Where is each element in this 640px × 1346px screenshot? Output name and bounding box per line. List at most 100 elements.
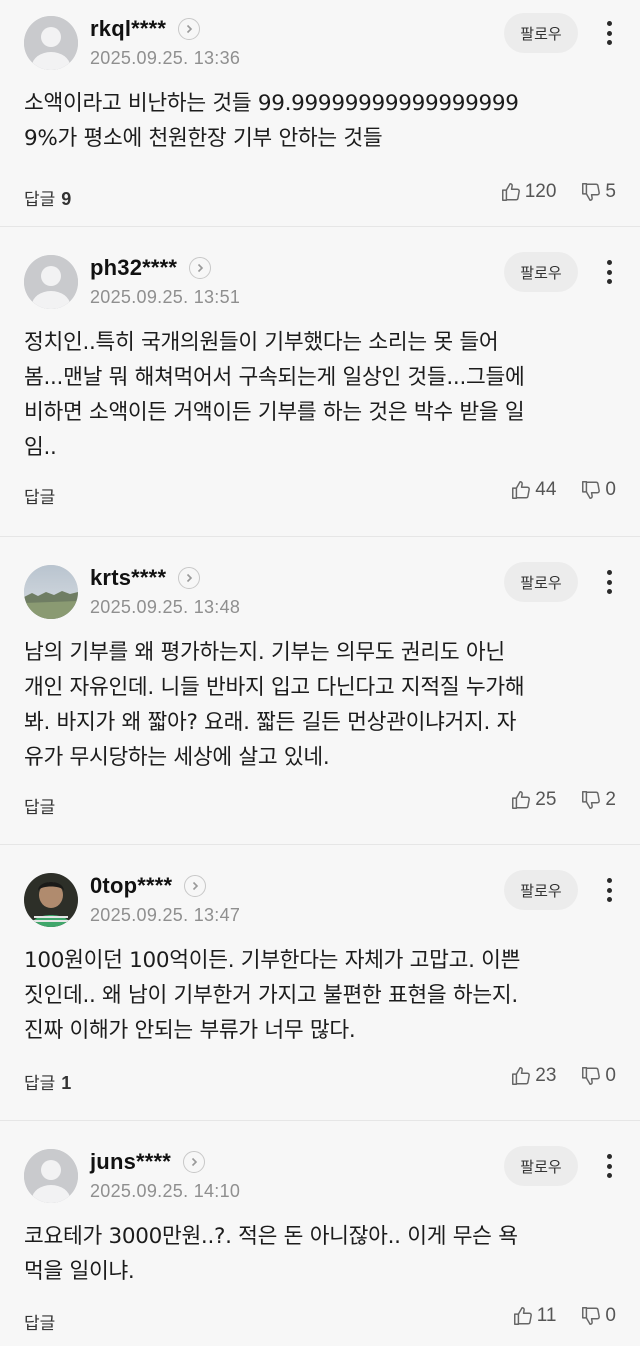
vote-group: 44 0: [510, 479, 616, 501]
comment-header: krts**** 2025.09.25. 13:48 팔로우: [24, 537, 616, 619]
more-options-icon[interactable]: [602, 257, 616, 287]
reply-button[interactable]: 답글: [24, 483, 61, 508]
user-info: juns****: [90, 1147, 206, 1177]
more-options-icon[interactable]: [602, 875, 616, 905]
vote-group: 23 0: [510, 1065, 616, 1087]
vote-group: 11 0: [512, 1305, 616, 1327]
follow-button[interactable]: 팔로우: [504, 13, 578, 53]
thumbs-up-icon: [512, 791, 531, 809]
comment-header: ph32**** 2025.09.25. 13:51 팔로우: [24, 227, 616, 309]
comment-header: juns**** 2025.09.25. 14:10 팔로우: [24, 1121, 616, 1203]
comment-date: 2025.09.25. 14:10: [90, 1181, 241, 1201]
dislike-button[interactable]: 0: [580, 1305, 616, 1327]
like-button[interactable]: 25: [510, 789, 556, 811]
reply-button[interactable]: 답글 9: [24, 185, 71, 210]
reply-count: 9: [61, 189, 72, 209]
avatar[interactable]: [24, 255, 78, 309]
comment-header: rkql**** 2025.09.25. 13:36 팔로우: [24, 0, 616, 72]
avatar[interactable]: [24, 565, 78, 619]
vote-group: 25 2: [510, 789, 616, 811]
thumbs-up-icon: [513, 1307, 532, 1325]
dislike-button[interactable]: 5: [580, 181, 616, 203]
comment-text: 코요테가 3000만원..?. 적은 돈 아니잖아.. 이게 무슨 욕 먹을 일…: [24, 1224, 518, 1284]
reply-label: 답글: [24, 488, 56, 508]
thumbs-up-icon: [512, 1067, 531, 1085]
chevron-right-icon[interactable]: [178, 567, 201, 589]
comment-date: 2025.09.25. 13:48: [90, 597, 241, 617]
comment-item: rkql**** 2025.09.25. 13:36 팔로우 소액이라고 비난하…: [0, 0, 640, 227]
comment-date: 2025.09.25. 13:51: [90, 287, 241, 307]
dislike-count: 0: [605, 1305, 616, 1326]
comment-date: 2025.09.25. 13:47: [90, 905, 241, 925]
comment-footer: 답글 9 120 5: [24, 169, 616, 227]
user-info: ph32****: [90, 253, 212, 283]
reply-button[interactable]: 답글: [24, 793, 61, 818]
username[interactable]: ph32****: [90, 255, 177, 281]
thumbs-down-icon: [582, 791, 601, 809]
reply-label: 답글: [24, 1074, 56, 1094]
like-button[interactable]: 11: [512, 1305, 557, 1327]
thumbs-down-icon: [582, 1067, 601, 1085]
dislike-button[interactable]: 2: [580, 789, 616, 811]
comment-text: 소액이라고 비난하는 것들 99.99999999999999999 9%가 평…: [24, 91, 519, 151]
like-count: 44: [535, 479, 557, 500]
dislike-count: 2: [605, 789, 616, 810]
follow-button[interactable]: 팔로우: [504, 1146, 578, 1186]
like-count: 23: [535, 1065, 557, 1086]
username[interactable]: rkql****: [90, 16, 166, 42]
comment-header: 0top**** 2025.09.25. 13:47 팔로우: [24, 845, 616, 927]
like-button[interactable]: 44: [510, 479, 556, 501]
more-options-icon[interactable]: [602, 18, 616, 48]
comment-list: rkql**** 2025.09.25. 13:36 팔로우 소액이라고 비난하…: [0, 0, 640, 1346]
comment-text: 정치인..특히 국개의원들이 기부했다는 소리는 못 들어 봄...맨날 뭐 해…: [24, 330, 525, 460]
username[interactable]: 0top****: [90, 873, 172, 899]
more-options-icon[interactable]: [602, 567, 616, 597]
user-info: 0top****: [90, 871, 207, 901]
reply-label: 답글: [24, 190, 56, 210]
reply-button[interactable]: 답글 1: [24, 1069, 71, 1094]
comment-date: 2025.09.25. 13:36: [90, 48, 241, 68]
vote-group: 120 5: [500, 181, 616, 203]
reply-count: 1: [61, 1073, 72, 1093]
like-button[interactable]: 120: [500, 181, 557, 203]
comment-text: 남의 기부를 왜 평가하는지. 기부는 의무도 권리도 아닌 개인 자유인데. …: [24, 640, 525, 770]
reply-button[interactable]: 답글: [24, 1309, 61, 1334]
avatar[interactable]: [24, 873, 78, 927]
dislike-count: 0: [605, 1065, 616, 1086]
comment-item: ph32**** 2025.09.25. 13:51 팔로우 정치인..특히 국…: [0, 227, 640, 537]
thumbs-down-icon: [582, 183, 601, 201]
user-info: rkql****: [90, 14, 201, 44]
username[interactable]: krts****: [90, 565, 166, 591]
comment-footer: 답글 25 2: [24, 777, 616, 835]
more-options-icon[interactable]: [602, 1151, 616, 1181]
dislike-button[interactable]: 0: [580, 479, 616, 501]
dislike-button[interactable]: 0: [580, 1065, 616, 1087]
dislike-count: 0: [605, 479, 616, 500]
follow-button[interactable]: 팔로우: [504, 870, 578, 910]
username[interactable]: juns****: [90, 1149, 171, 1175]
reply-label: 답글: [24, 1314, 56, 1334]
comment-footer: 답글 1 23 0: [24, 1053, 616, 1111]
reply-label: 답글: [24, 798, 56, 818]
avatar[interactable]: [24, 1149, 78, 1203]
comment-footer: 답글 44 0: [24, 467, 616, 525]
chevron-right-icon[interactable]: [178, 18, 201, 40]
like-button[interactable]: 23: [510, 1065, 556, 1087]
chevron-right-icon[interactable]: [184, 875, 207, 897]
thumbs-up-icon: [512, 481, 531, 499]
thumbs-down-icon: [582, 481, 601, 499]
chevron-right-icon[interactable]: [183, 1151, 206, 1173]
follow-button[interactable]: 팔로우: [504, 562, 578, 602]
chevron-right-icon[interactable]: [189, 257, 212, 279]
like-count: 11: [536, 1305, 557, 1326]
comment-item: krts**** 2025.09.25. 13:48 팔로우 남의 기부를 왜 …: [0, 537, 640, 845]
comment-text: 100원이던 100억이든. 기부한다는 자체가 고맙고. 이쁜 짓인데.. 왜…: [24, 948, 521, 1043]
like-count: 25: [535, 789, 557, 810]
thumbs-down-icon: [582, 1307, 601, 1325]
comment-footer: 답글 11 0: [24, 1293, 616, 1346]
comment-item: juns**** 2025.09.25. 14:10 팔로우 코요테가 3000…: [0, 1121, 640, 1346]
follow-button[interactable]: 팔로우: [504, 252, 578, 292]
user-info: krts****: [90, 563, 201, 593]
avatar[interactable]: [24, 16, 78, 70]
like-count: 120: [524, 181, 557, 202]
